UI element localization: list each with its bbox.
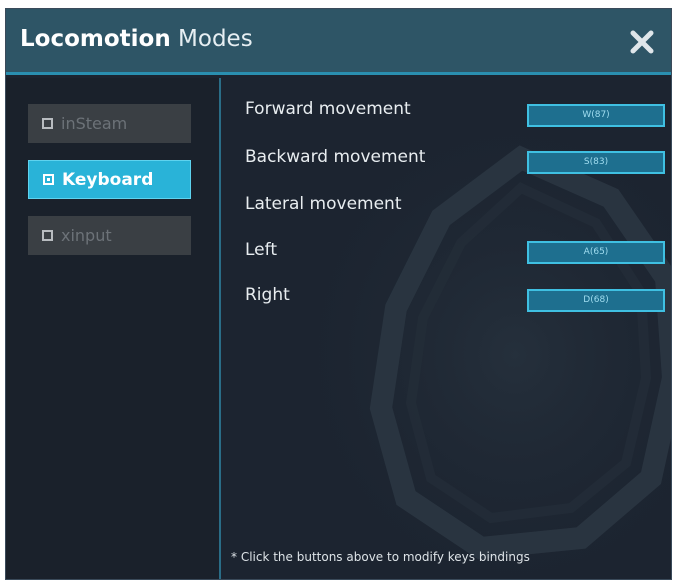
backward-movement-label: Backward movement — [245, 147, 426, 167]
lateral-movement-label: Lateral movement — [245, 194, 402, 214]
mode-label: xinput — [61, 226, 112, 245]
right-key-button[interactable]: D(68) — [527, 289, 665, 312]
locomotion-modes-window: Locomotion Modes inSteam Keyboard xinput — [5, 8, 672, 580]
backward-key-button[interactable]: S(83) — [527, 151, 665, 174]
mode-sidebar: inSteam Keyboard xinput — [6, 78, 219, 579]
mode-button-insteam[interactable]: inSteam — [28, 104, 191, 143]
footnote: * Click the buttons above to modify keys… — [231, 550, 530, 564]
mode-button-keyboard[interactable]: Keyboard — [28, 160, 191, 199]
close-icon — [630, 30, 654, 54]
mode-label: inSteam — [61, 114, 128, 133]
mode-label: Keyboard — [62, 169, 154, 190]
left-key-button[interactable]: A(65) — [527, 241, 665, 264]
checkbox-checked-icon — [43, 174, 54, 185]
bindings-panel: Forward movement W(87) Backward movement… — [221, 78, 671, 579]
mode-button-xinput[interactable]: xinput — [28, 216, 191, 255]
close-button[interactable] — [627, 27, 657, 57]
checkbox-icon — [42, 118, 53, 129]
forward-key-button[interactable]: W(87) — [527, 104, 665, 127]
window-title: Locomotion Modes — [20, 26, 253, 52]
left-label: Left — [245, 240, 277, 260]
forward-movement-label: Forward movement — [245, 99, 411, 119]
checkbox-icon — [42, 230, 53, 241]
right-label: Right — [245, 285, 290, 305]
title-light: Modes — [178, 26, 253, 52]
title-bold: Locomotion — [20, 26, 171, 52]
title-bar: Locomotion Modes — [6, 9, 671, 75]
